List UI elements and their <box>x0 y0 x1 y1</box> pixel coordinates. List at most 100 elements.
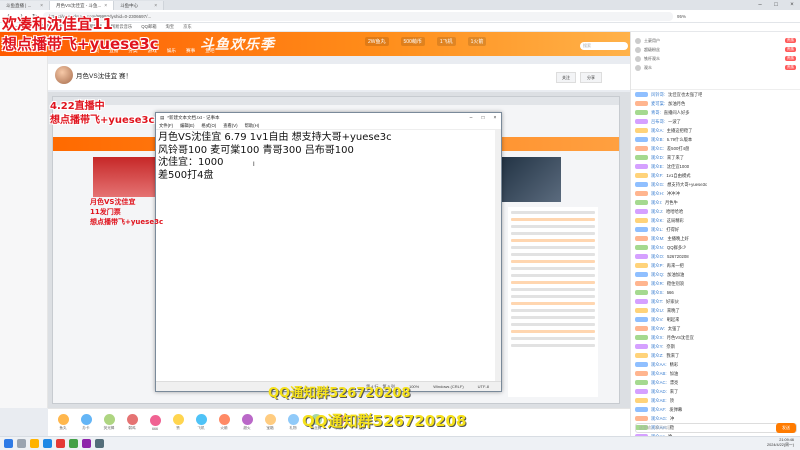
chat-message[interactable]: 观众A: 主播这把稳了 <box>631 126 800 135</box>
nav-item[interactable]: 娱乐 <box>167 48 176 54</box>
chat-nick[interactable]: 观众T: <box>651 299 663 305</box>
chat-nick[interactable]: 观众Z: <box>651 353 663 359</box>
chat-message[interactable]: 观众E: 沈佳宜1000 <box>631 162 800 171</box>
avatar[interactable] <box>55 66 73 84</box>
bookmark-item[interactable]: 网易云音乐 <box>111 24 132 30</box>
app-icon[interactable] <box>82 439 91 448</box>
chat-nick[interactable]: 观众AF: <box>651 407 666 413</box>
start-icon[interactable] <box>4 439 13 448</box>
gift-item[interactable]: 弱鸡 <box>123 414 141 431</box>
notepad-window[interactable]: ▤ *新建文本文档.txt - 记事本 – □ × 文件(F) 编辑(E) 格式… <box>155 112 502 392</box>
chat-message[interactable]: 观众N: QQ群多少 <box>631 243 800 252</box>
gift-item[interactable]: 宝箱 <box>261 414 279 431</box>
folder-icon[interactable] <box>30 439 39 448</box>
rank-row[interactable]: 观众 贵族 <box>635 63 796 72</box>
chat-nick[interactable]: 观众R: <box>651 281 664 287</box>
chat-nick[interactable]: 观众AD: <box>651 389 667 395</box>
maximize-icon[interactable]: □ <box>477 113 489 122</box>
chat-nick[interactable]: 观众P: <box>651 263 664 269</box>
rank-row[interactable]: 铁杆观众 贵族 <box>635 54 796 63</box>
chat-message[interactable]: 观众Z: 我来了 <box>631 351 800 360</box>
chat-nick[interactable]: 观众D: <box>651 155 664 161</box>
chat-nick[interactable]: 观众K: <box>651 218 664 224</box>
chat-nick[interactable]: 观众Y: <box>651 344 663 350</box>
bookmark-item[interactable]: 京东 <box>183 24 192 30</box>
chat-nick[interactable]: 观众X: <box>651 335 664 341</box>
chat-message[interactable]: 观众T: 好家伙 <box>631 297 800 306</box>
nav-item[interactable]: 鱼吧 <box>205 48 214 54</box>
chat-message[interactable]: 观众H: 冲冲冲 <box>631 189 800 198</box>
gift-item[interactable]: 火箭 <box>215 414 233 431</box>
chat-nick[interactable]: 观众AC: <box>651 380 667 386</box>
notepad-scrollbar[interactable] <box>495 130 501 383</box>
chat-message[interactable]: 观众W: 太强了 <box>631 324 800 333</box>
chat-nick[interactable]: 观众V: <box>651 317 664 323</box>
chat-message[interactable]: 风铃哥: 沈佳宜也太强了吧 <box>631 90 800 99</box>
gift-item[interactable]: 飞机 <box>192 414 210 431</box>
chat-nick[interactable]: 吕布哥: <box>651 119 665 125</box>
menu-view[interactable]: 查看(V) <box>223 123 237 129</box>
close-icon[interactable]: × <box>104 3 107 9</box>
share-button[interactable]: 分享 <box>580 72 602 83</box>
chat-message[interactable]: 麦可棠: 加油月色 <box>631 99 800 108</box>
chat-message[interactable]: 观众AA: 精彩 <box>631 360 800 369</box>
chat-nick[interactable]: 观众A: <box>651 128 664 134</box>
chat-input[interactable]: 这里输入聊天内容 <box>635 423 797 433</box>
notepad-text-area[interactable]: 月色VS沈佳宜 6.79 1v1自由 想支持大哥+yuese3c 风铃哥100 … <box>156 130 501 383</box>
minimize-icon[interactable]: – <box>465 113 477 122</box>
chat-message[interactable]: 观众J: 哈哈哈哈 <box>631 207 800 216</box>
gift-item[interactable]: 超火 <box>238 414 256 431</box>
nav-item[interactable]: 赛事 <box>186 48 195 54</box>
browser-icon[interactable] <box>43 439 52 448</box>
chat-nick[interactable]: 风铃哥: <box>651 92 665 98</box>
chat-message[interactable]: 观众F: 1v1自由模式 <box>631 171 800 180</box>
chat-message[interactable]: 青哥: 直播间人好多 <box>631 108 800 117</box>
minimize-icon[interactable]: – <box>752 0 768 10</box>
chat-message[interactable]: 观众G: 想支持大哥+yuese3c <box>631 180 800 189</box>
chat-nick[interactable]: 观众J: <box>651 209 663 215</box>
close-icon[interactable]: × <box>489 113 501 122</box>
taskbar-clock[interactable]: 21:09:46 2024/4/22(周一) <box>767 438 794 448</box>
zoom-level[interactable]: 95% <box>677 14 686 19</box>
chat-nick[interactable]: 观众M: <box>651 236 664 242</box>
close-icon[interactable]: × <box>40 3 43 9</box>
menu-format[interactable]: 格式(O) <box>201 123 216 129</box>
chat-message[interactable]: 吕布哥: 一波了 <box>631 117 800 126</box>
chat-nick[interactable]: 观众Q: <box>651 272 664 278</box>
menu-file[interactable]: 文件(F) <box>159 123 173 129</box>
chat-nick[interactable]: 观众C: <box>651 146 664 152</box>
chat-nick[interactable]: 观众F: <box>651 173 663 179</box>
menu-edit[interactable]: 编辑(E) <box>180 123 194 129</box>
follow-button[interactable]: 关注 <box>556 72 576 83</box>
chat-nick[interactable]: 麦可棠: <box>651 101 665 107</box>
maximize-icon[interactable]: □ <box>768 0 784 10</box>
chat-nick[interactable]: 青哥: <box>651 110 661 116</box>
gift-item[interactable]: 礼物 <box>284 414 302 431</box>
chat-nick[interactable]: 观众E: <box>651 164 664 170</box>
chat-message[interactable]: 观众O: 526720208 <box>631 252 800 261</box>
chat-nick[interactable]: 观众G: <box>651 182 664 188</box>
chat-message[interactable]: 观众AB: 加油 <box>631 369 800 378</box>
send-button[interactable]: 发送 <box>776 423 796 433</box>
rank-row[interactable]: 土豪用户 贵族 <box>635 36 796 45</box>
chat-message[interactable]: 观众X: 月色VS沈佳宜 <box>631 333 800 342</box>
gift-item[interactable]: 赞 <box>169 414 187 431</box>
chat-nick[interactable]: 观众O: <box>651 254 664 260</box>
chat-nick[interactable]: 观众AB: <box>651 371 667 377</box>
chat-nick[interactable]: 观众L: <box>651 227 663 233</box>
chat-message-list[interactable]: 风铃哥: 沈佳宜也太强了吧 麦可棠: 加油月色 青哥: 直播间人好多 吕布哥: 一波了 观众A:… <box>631 90 800 436</box>
chat-message[interactable]: 观众AD: 来了 <box>631 387 800 396</box>
close-window-icon[interactable]: × <box>784 0 800 10</box>
chat-message[interactable]: 观众S: 666 <box>631 288 800 297</box>
app-icon[interactable] <box>56 439 65 448</box>
chat-message[interactable]: 观众L: 打得好 <box>631 225 800 234</box>
browser-tab[interactable]: 斗鱼中心 × <box>114 1 165 10</box>
chat-message[interactable]: 观众R: 稳住别浪 <box>631 279 800 288</box>
chat-message[interactable]: 观众M: 主播晚上好 <box>631 234 800 243</box>
bookmark-item[interactable]: 淘宝 <box>166 24 175 30</box>
url-input[interactable]: https://www.douyu.com/9999?dyshid=0-2306… <box>43 11 673 21</box>
gift-item[interactable]: 666 <box>146 414 164 431</box>
chat-nick[interactable]: 观众U: <box>651 308 664 314</box>
browser-tab-active[interactable]: 月色VS沈佳宜 - 斗鱼... × <box>50 1 115 10</box>
chat-message[interactable]: 观众D: 来了来了 <box>631 153 800 162</box>
